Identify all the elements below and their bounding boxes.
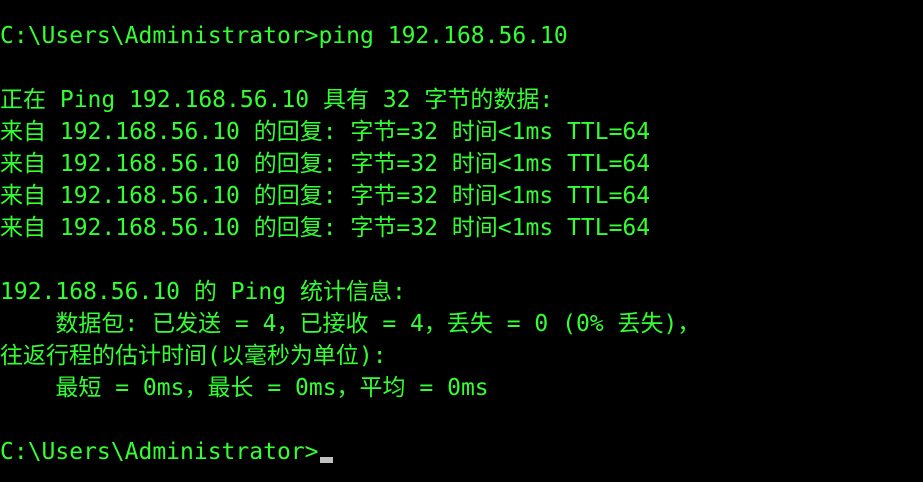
- reply-line-4: 来自 192.168.56.10 的回复: 字节=32 时间<1ms TTL=6…: [0, 215, 651, 241]
- command-line-ping: C:\Users\Administrator>ping 192.168.56.1…: [0, 23, 568, 49]
- statistics-header-line: 192.168.56.10 的 Ping 统计信息:: [0, 279, 406, 305]
- ping-header-line: 正在 Ping 192.168.56.10 具有 32 字节的数据:: [0, 87, 554, 113]
- packets-statistics-line: 数据包: 已发送 = 4，已接收 = 4，丢失 = 0 (0% 丢失)，: [0, 311, 701, 337]
- round-trip-header-line: 往返行程的估计时间(以毫秒为单位):: [0, 343, 387, 369]
- prompt-text: C:\Users\Administrator>: [0, 439, 319, 465]
- console-window[interactable]: C:\Users\Administrator>ping 192.168.56.1…: [0, 0, 923, 482]
- reply-line-2: 来自 192.168.56.10 的回复: 字节=32 时间<1ms TTL=6…: [0, 151, 651, 177]
- round-trip-times-line: 最短 = 0ms，最长 = 0ms，平均 = 0ms: [0, 375, 489, 401]
- text-cursor: [319, 457, 333, 463]
- reply-line-1: 来自 192.168.56.10 的回复: 字节=32 时间<1ms TTL=6…: [0, 119, 651, 145]
- prompt-line[interactable]: C:\Users\Administrator>: [0, 436, 333, 468]
- reply-line-3: 来自 192.168.56.10 的回复: 字节=32 时间<1ms TTL=6…: [0, 183, 651, 209]
